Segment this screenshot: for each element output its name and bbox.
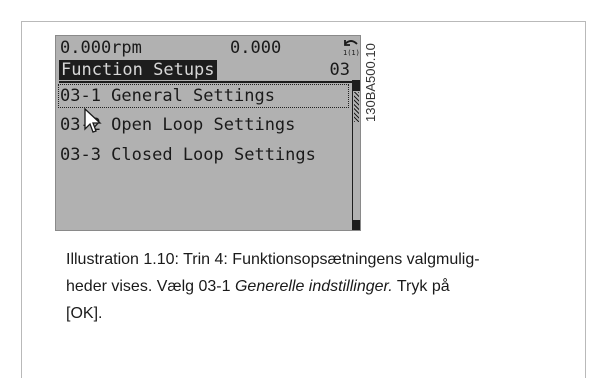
svg-text:1(1): 1(1) [343, 49, 360, 56]
caption-line-2: heder vises. Vælg 03-1 Generelle indstil… [66, 273, 581, 300]
menu-item-closed-loop-settings[interactable]: 03-3 Closed Loop Settings [60, 144, 316, 166]
scroll-up-icon[interactable] [353, 81, 360, 91]
back-arrow-icon[interactable]: 1(1) [342, 38, 360, 56]
caption-line-3: [OK]. [66, 305, 103, 322]
caption-line-2-a: heder vises. Vælg 03-1 [66, 278, 235, 295]
function-title: Function Setups [59, 60, 217, 80]
scroll-down-icon[interactable] [353, 220, 360, 230]
header-divider [59, 81, 354, 83]
caption-line-1: Illustration 1.10: Trin 4: Funktionsopsæ… [66, 251, 480, 268]
rpm-readout: 0.000rpm [60, 38, 142, 58]
mouse-pointer-icon [84, 108, 102, 133]
scrollbar[interactable] [352, 80, 360, 230]
figure-code: 130BA500.10 [363, 43, 378, 122]
scroll-thumb[interactable] [354, 92, 359, 122]
caption-line-2-em: Generelle indstillinger. [234, 278, 393, 295]
function-setups-header: Function Setups 03 [59, 60, 356, 80]
value-readout: 0.000 [230, 38, 282, 58]
function-number: 03 [329, 60, 350, 80]
menu-item-general-settings[interactable]: 03-1 General Settings [60, 85, 275, 107]
figure-caption: Illustration 1.10: Trin 4: Funktionsopsæ… [66, 246, 581, 327]
caption-line-2-b: Tryk på [392, 278, 450, 295]
